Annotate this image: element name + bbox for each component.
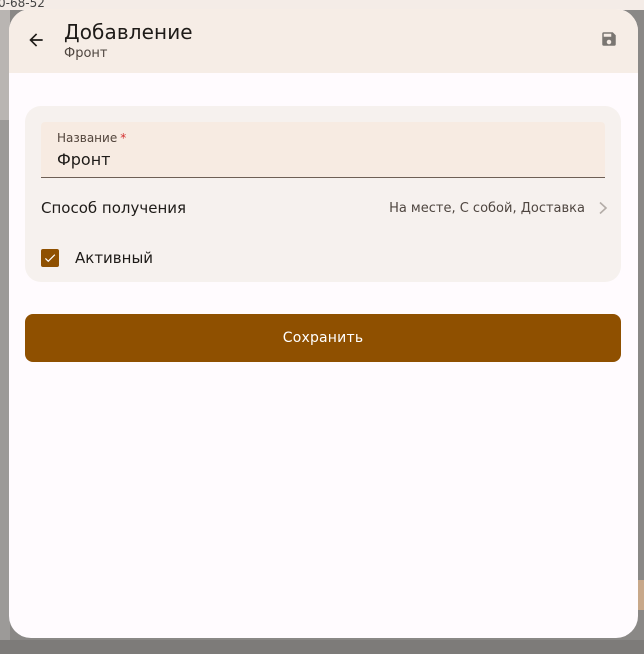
back-button[interactable]: [23, 27, 49, 53]
check-icon: [44, 254, 56, 263]
background-bottom-scrim: [0, 640, 644, 654]
name-input[interactable]: [57, 150, 577, 169]
floppy-disk-icon: [602, 32, 616, 46]
page-title: Добавление: [64, 20, 193, 44]
dialog-header: Добавление Фронт: [9, 9, 638, 73]
chevron-right-icon: [599, 201, 608, 215]
arrow-left-icon: [29, 33, 43, 47]
delivery-method-value-group: На месте, С собой, Доставка: [389, 201, 609, 216]
delivery-method-value: На месте, С собой, Доставка: [389, 200, 585, 216]
active-row: Активный: [41, 242, 153, 274]
delivery-method-label: Способ получения: [41, 199, 187, 217]
save-button[interactable]: Сохранить: [25, 314, 621, 362]
active-checkbox[interactable]: [41, 249, 59, 267]
required-marker: *: [120, 131, 127, 145]
page-subtitle: Фронт: [64, 46, 108, 61]
add-dialog: Добавление Фронт Название* Способ получе…: [9, 9, 638, 638]
delivery-method-row[interactable]: Способ получения На месте, С собой, Дост…: [41, 190, 609, 226]
name-field-label: Название *: [57, 131, 126, 145]
name-field[interactable]: Название *: [41, 122, 605, 178]
form-card: Название* Способ получения На месте, С с…: [25, 106, 621, 282]
name-field-label-text: Название: [57, 131, 118, 145]
active-label: Активный: [75, 249, 154, 267]
header-save-button[interactable]: [600, 30, 618, 48]
background-right-accent: [638, 580, 644, 610]
